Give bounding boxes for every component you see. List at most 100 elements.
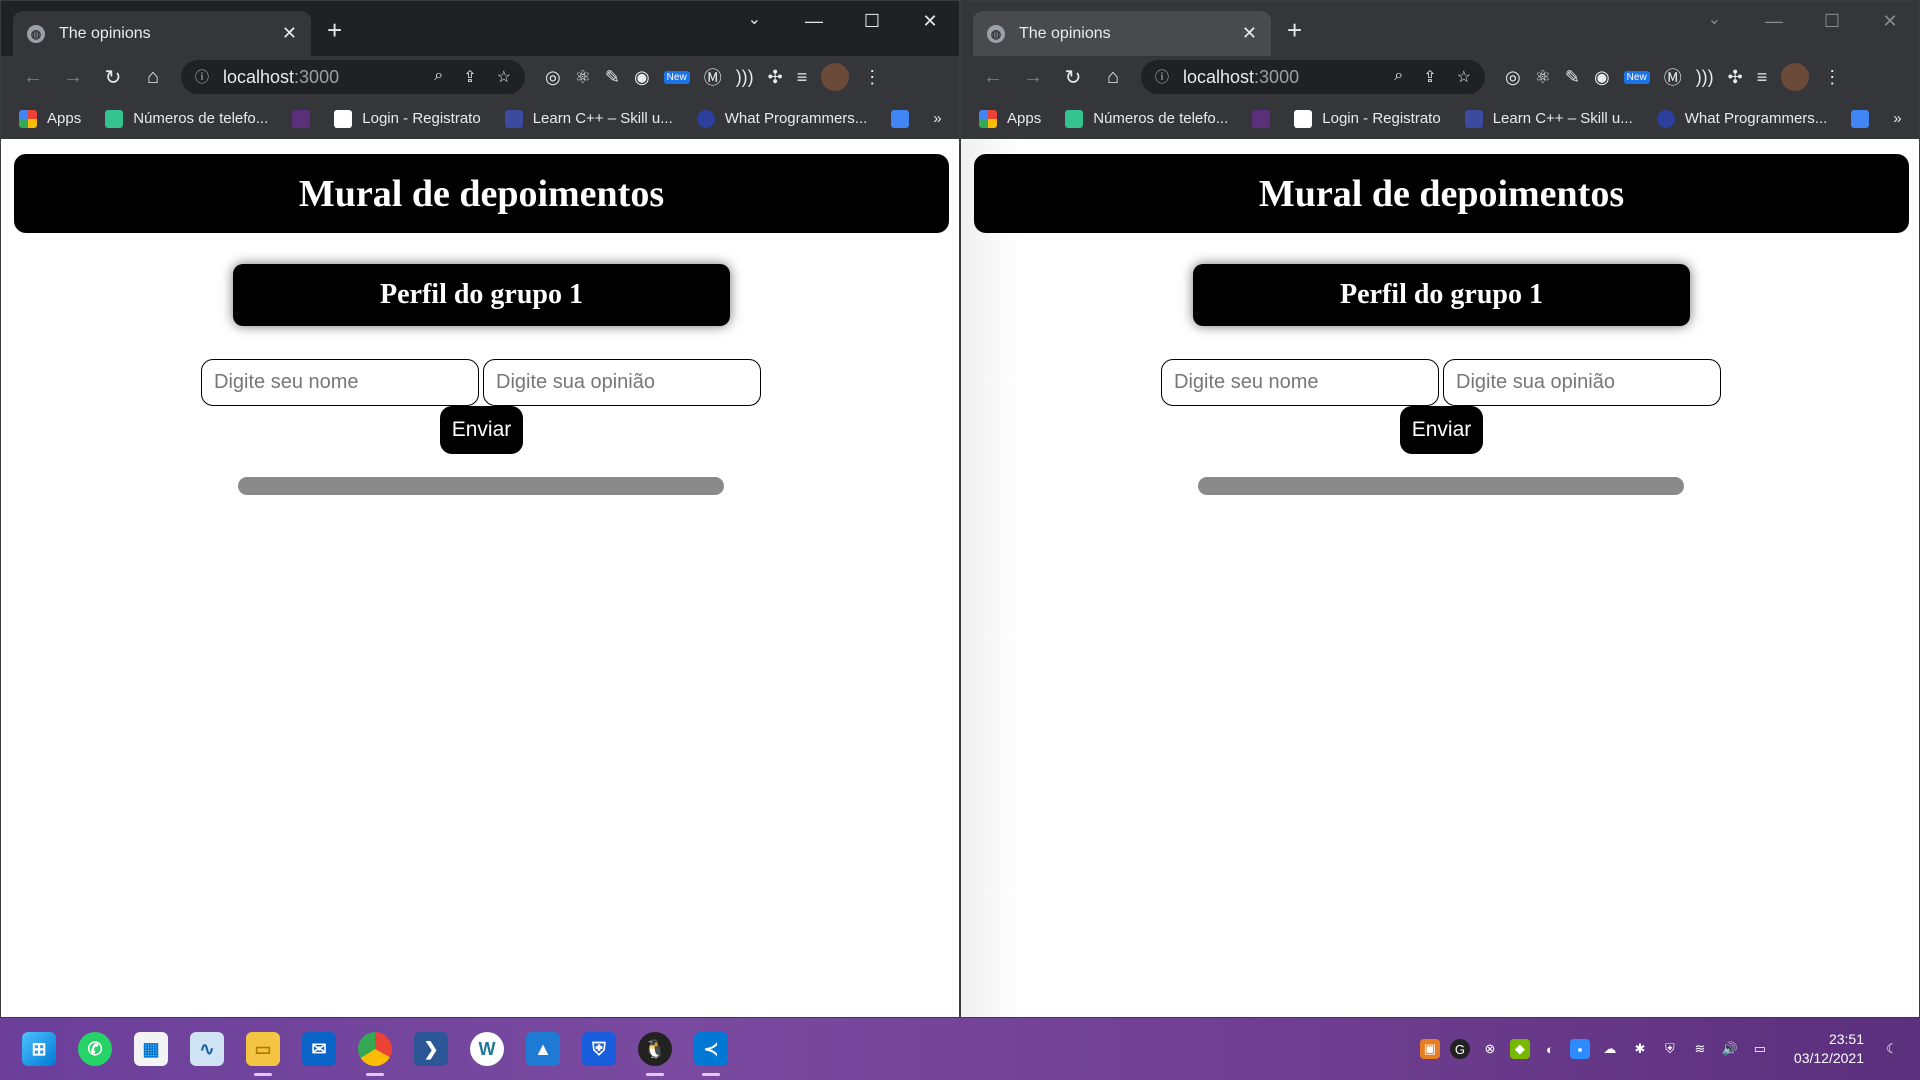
back-icon[interactable]: ←: [13, 66, 53, 89]
puzzle-icon[interactable]: ✣: [768, 67, 783, 88]
extension-circle-icon[interactable]: ◉: [1594, 67, 1610, 88]
home-icon[interactable]: ⌂: [133, 66, 173, 89]
photos-icon[interactable]: ▲: [526, 1032, 560, 1066]
close-window-icon[interactable]: ✕: [901, 1, 959, 41]
bookmark-item[interactable]: Apps: [19, 109, 81, 128]
maximize-icon[interactable]: ☐: [843, 1, 901, 41]
bookmark-star-icon[interactable]: ☆: [1457, 67, 1471, 87]
send-button[interactable]: Enviar: [440, 406, 523, 454]
site-info-icon[interactable]: ⓘ: [1155, 67, 1169, 87]
bitwarden-icon[interactable]: ⛨: [582, 1032, 616, 1066]
battery-icon[interactable]: ▭: [1750, 1039, 1770, 1059]
color-picker-icon[interactable]: ✎: [605, 67, 620, 88]
notifications-moon-icon[interactable]: ☾: [1882, 1039, 1902, 1059]
bookmark-item[interactable]: Learn C++ – Skill u...: [504, 109, 673, 128]
tab-search-icon[interactable]: ⌄: [1708, 9, 1721, 29]
opinion-input[interactable]: [1443, 359, 1721, 406]
profile-avatar[interactable]: [1781, 63, 1810, 91]
reload-icon[interactable]: ↻: [93, 65, 133, 90]
bookmark-star-icon[interactable]: ☆: [497, 67, 511, 87]
new-tab-icon[interactable]: +: [327, 17, 342, 43]
bookmark-item[interactable]: What Programmers...: [1656, 109, 1827, 128]
menu-dots-icon[interactable]: ⋮: [863, 67, 881, 88]
back-icon[interactable]: ←: [973, 66, 1013, 89]
close-window-icon[interactable]: ✕: [1861, 1, 1919, 41]
clock[interactable]: 23:51 03/12/2021: [1794, 1030, 1864, 1068]
site-info-icon[interactable]: ⓘ: [195, 67, 209, 87]
audio-extension-icon[interactable]: ))): [1696, 67, 1714, 88]
opinion-input[interactable]: [483, 359, 761, 406]
reading-list-icon[interactable]: ≡: [1757, 67, 1768, 88]
minimize-icon[interactable]: —: [1745, 1, 1803, 41]
send-button[interactable]: Enviar: [1400, 406, 1483, 454]
vscode-icon[interactable]: ≺: [694, 1032, 728, 1076]
extension-m-icon[interactable]: Ⓜ: [1664, 64, 1682, 90]
address-bar[interactable]: ⓘ localhost:3000 ⌕ ⇪ ☆: [1141, 60, 1485, 94]
audio-extension-icon[interactable]: ))): [736, 67, 754, 88]
bookmark-item[interactable]: [292, 109, 311, 128]
onedrive-icon[interactable]: ☁: [1600, 1039, 1620, 1059]
react-devtools-icon[interactable]: ⚛: [1535, 67, 1551, 88]
bookmark-item[interactable]: [1851, 109, 1870, 128]
extension-target-icon[interactable]: ◎: [1505, 67, 1521, 88]
name-input[interactable]: [1161, 359, 1439, 406]
close-tab-icon[interactable]: ✕: [282, 23, 297, 44]
nvidia-icon[interactable]: ◆: [1509, 1039, 1530, 1059]
address-bar[interactable]: ⓘ localhost:3000 ⌕ ⇪ ☆: [181, 60, 525, 94]
task-manager-icon[interactable]: ∿: [190, 1032, 224, 1066]
chrome-icon[interactable]: [358, 1032, 392, 1076]
close-tab-icon[interactable]: ✕: [1242, 23, 1257, 44]
menu-dots-icon[interactable]: ⋮: [1823, 67, 1841, 88]
microsoft-store-icon[interactable]: ▦: [134, 1032, 168, 1066]
mail-icon[interactable]: ✉: [302, 1032, 336, 1066]
browser-tab[interactable]: ◍ The opinions ✕: [973, 11, 1271, 56]
bookmark-item[interactable]: What Programmers...: [696, 109, 867, 128]
color-picker-icon[interactable]: ✎: [1565, 67, 1580, 88]
new-tab-icon[interactable]: +: [1287, 17, 1302, 43]
wordpress-icon[interactable]: W: [470, 1032, 504, 1066]
zoom-icon[interactable]: ⌕: [1394, 67, 1403, 87]
wifi-icon[interactable]: ≋: [1690, 1039, 1710, 1059]
bookmark-item[interactable]: [891, 109, 910, 128]
share-icon[interactable]: ⇪: [1423, 67, 1436, 87]
volume-icon[interactable]: 🔊: [1720, 1039, 1740, 1059]
defender-icon[interactable]: ⛨: [1660, 1039, 1680, 1059]
windows-start-icon[interactable]: ⊞: [22, 1032, 56, 1066]
new-extension-badge[interactable]: New: [1623, 70, 1650, 84]
powershell-icon[interactable]: ❯: [414, 1032, 448, 1066]
puzzle-icon[interactable]: ✣: [1728, 67, 1743, 88]
forward-icon[interactable]: →: [1013, 66, 1053, 89]
bookmark-item[interactable]: Números de telefo...: [105, 109, 268, 128]
bookmark-item[interactable]: Learn C++ – Skill u...: [1464, 109, 1633, 128]
bookmark-item[interactable]: [1252, 109, 1271, 128]
forward-icon[interactable]: →: [53, 66, 93, 89]
zoom-tray-icon[interactable]: ▪: [1569, 1039, 1590, 1059]
share-icon[interactable]: ⇪: [463, 67, 476, 87]
extension-m-icon[interactable]: Ⓜ: [704, 64, 722, 90]
extension-target-icon[interactable]: ◎: [545, 67, 561, 88]
xbox-icon[interactable]: ⊗: [1480, 1039, 1500, 1059]
bookmark-item[interactable]: Login - Registrato: [334, 109, 481, 128]
minimize-icon[interactable]: —: [785, 1, 843, 41]
zoom-icon[interactable]: ⌕: [434, 67, 443, 87]
tab-search-icon[interactable]: ⌄: [748, 9, 761, 29]
bookmarks-more-icon[interactable]: »: [933, 110, 941, 127]
bookmark-item[interactable]: Login - Registrato: [1294, 109, 1441, 128]
react-devtools-icon[interactable]: ⚛: [575, 67, 591, 88]
reading-list-icon[interactable]: ≡: [797, 67, 808, 88]
name-input[interactable]: [201, 359, 479, 406]
slack-icon[interactable]: ✱: [1630, 1039, 1650, 1059]
bookmarks-more-icon[interactable]: »: [1893, 110, 1901, 127]
browser-tab[interactable]: ◍ The opinions ✕: [13, 11, 311, 56]
bookmark-item[interactable]: Números de telefo...: [1065, 109, 1228, 128]
g-tray-icon[interactable]: G: [1449, 1039, 1470, 1059]
whatsapp-icon[interactable]: ✆: [78, 1032, 112, 1066]
extension-circle-icon[interactable]: ◉: [634, 67, 650, 88]
cast-icon[interactable]: ◐: [1540, 1039, 1560, 1059]
home-icon[interactable]: ⌂: [1093, 66, 1133, 89]
profile-avatar[interactable]: [821, 63, 850, 91]
linux-penguin-icon[interactable]: 🐧: [638, 1032, 672, 1076]
file-explorer-icon[interactable]: ▭: [246, 1032, 280, 1076]
bookmark-item[interactable]: Apps: [979, 109, 1041, 128]
maximize-icon[interactable]: ☐: [1803, 1, 1861, 41]
